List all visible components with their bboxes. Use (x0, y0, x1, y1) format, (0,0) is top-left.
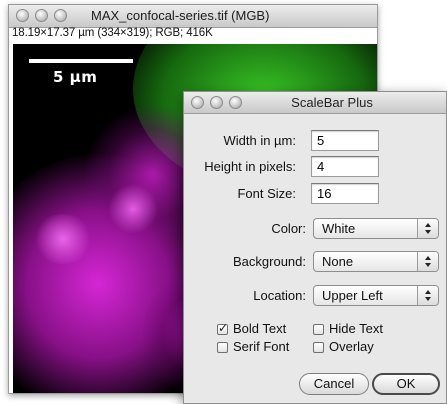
bold-text-checkbox[interactable] (217, 321, 228, 335)
location-label: Location: (253, 288, 306, 303)
location-select-value: Upper Left (322, 288, 383, 303)
font-size-field[interactable]: 16 (311, 183, 379, 204)
dialog-title: ScaleBar Plus (291, 95, 373, 110)
scalebar-plus-dialog: ScaleBar Plus Width in µm: 5 Height in p… (183, 91, 447, 404)
color-label: Color: (271, 221, 306, 236)
background-select-value: None (322, 254, 354, 269)
overlay-label: Overlay (329, 339, 374, 354)
background-label: Background: (233, 254, 306, 269)
width-field[interactable]: 5 (311, 130, 379, 151)
minimize-icon[interactable] (35, 9, 48, 22)
background-select[interactable]: None (313, 251, 439, 272)
dialog-titlebar[interactable]: ScaleBar Plus (184, 92, 446, 114)
hide-text-label: Hide Text (329, 321, 383, 336)
magenta-signal-region (108, 184, 158, 234)
updown-arrows-icon (417, 286, 438, 305)
hide-text-checkbox[interactable] (313, 324, 324, 335)
height-field[interactable]: 4 (311, 156, 379, 177)
color-select[interactable]: White (313, 218, 439, 239)
overlay-checkbox[interactable] (313, 342, 324, 353)
image-window-title: MAX_confocal-series.tif (MGB) (91, 8, 270, 23)
zoom-icon[interactable] (54, 9, 67, 22)
magenta-signal-region (33, 214, 93, 264)
serif-font-checkbox[interactable] (217, 342, 228, 353)
font-size-label: Font Size: (237, 186, 296, 201)
image-window-titlebar[interactable]: MAX_confocal-series.tif (MGB) (9, 5, 377, 28)
updown-arrows-icon (417, 252, 438, 271)
scale-bar-label: 5 µm (53, 68, 98, 86)
bold-text-label: Bold Text (233, 321, 287, 336)
image-info-line: 18.19×17.37 µm (334×319); RGB; 416K (12, 27, 213, 39)
updown-arrows-icon (417, 219, 438, 238)
color-select-value: White (322, 221, 356, 236)
serif-font-label: Serif Font (233, 339, 290, 354)
scale-bar (29, 59, 133, 63)
width-label: Width in µm: (223, 133, 296, 148)
height-label: Height in pixels: (204, 159, 296, 174)
ok-button[interactable]: OK (372, 373, 440, 395)
cancel-button[interactable]: Cancel (299, 373, 369, 395)
location-select[interactable]: Upper Left (313, 285, 439, 306)
close-icon[interactable] (16, 9, 29, 22)
